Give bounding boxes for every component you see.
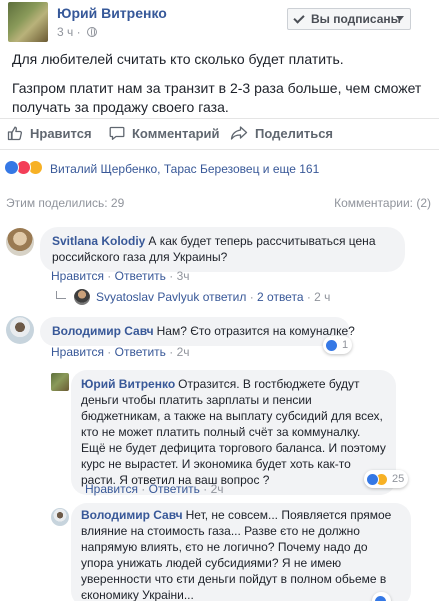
avatar[interactable] (51, 373, 69, 391)
author-avatar[interactable] (8, 2, 48, 42)
comment-reply-link[interactable]: Ответить (115, 345, 166, 359)
comment-label: Комментарий (132, 125, 220, 141)
avatar[interactable] (6, 316, 34, 344)
share-button[interactable]: Поделиться (230, 125, 333, 141)
action-bar: Нравится Комментарий Поделиться (0, 118, 439, 150)
post-text-line: Газпром платит нам за транзит в 2-3 раза… (12, 80, 422, 115)
like-icon (4, 160, 19, 175)
globe-icon (86, 27, 97, 37)
avatar[interactable] (51, 508, 69, 526)
post-header: Юрий Витренко 3 ч · Вы подписаны (0, 0, 439, 45)
reaction-icons[interactable] (4, 160, 54, 176)
thumbs-up-icon (7, 126, 22, 141)
reply-author: Svyatoslav Pavlyuk (96, 290, 200, 304)
like-icon (366, 472, 379, 486)
comment-like-link[interactable]: Нравится (51, 345, 104, 359)
comment-author[interactable]: Юрий Витренко (81, 377, 175, 391)
reply-time: 2 ч (314, 290, 331, 304)
comment-actions: Нравится · Ответить · 2ч (85, 482, 224, 496)
comment-reactions[interactable]: 1 (323, 336, 353, 354)
comment-time[interactable]: 2ч (177, 345, 190, 359)
comment-author[interactable]: Володимир Савч (52, 324, 154, 338)
comment-like-link[interactable]: Нравится (51, 269, 104, 283)
comment-bubble: Володимир Савч Нет, не совсем... Появляет… (71, 503, 411, 601)
reply-verb: ответил (202, 290, 247, 304)
comment-bubble: Юрий Витренко Отразится. В гостбюджете бу… (71, 370, 396, 495)
comment-author[interactable]: Володимир Савч (81, 508, 183, 522)
comment-bubble: Svitlana Kolodiy А как будет теперь рассч… (40, 227, 405, 272)
like-label: Нравится (30, 125, 92, 141)
avatar[interactable] (6, 228, 34, 256)
comment-text: Нам? Єто отразится на комуналке? (156, 324, 355, 338)
post-text: Для любителей считать кто сколько будет … (12, 50, 432, 127)
reply-arrow-icon (56, 291, 66, 299)
comment-reaction-count: 25 (392, 473, 405, 485)
avatar (74, 289, 90, 305)
comment-actions: Нравится · Ответить · 2ч (51, 345, 190, 359)
post-text-line: Для любителей считать кто сколько будет … (12, 51, 344, 67)
comment-reply-link[interactable]: Ответить (149, 482, 200, 496)
reactor-names[interactable]: Виталий Щербенко, Тарас Березовец и еще … (50, 162, 319, 176)
chevron-down-icon (396, 16, 404, 21)
comment-reaction-count: 1 (342, 339, 349, 351)
comment-button[interactable]: Комментарий (109, 125, 220, 141)
share-icon (230, 126, 248, 140)
share-label: Поделиться (255, 125, 334, 141)
post-meta: 3 ч · (57, 25, 97, 39)
reply-count: 2 ответа (257, 290, 304, 304)
author-name[interactable]: Юрий Витренко (57, 5, 167, 21)
engagement-summary: Этим поделились: 29 Комментарии: (2) (0, 196, 439, 216)
comment-like-link[interactable]: Нравится (85, 482, 138, 496)
comment-actions: Нравится · Ответить · 3ч (51, 269, 190, 283)
comment-author[interactable]: Svitlana Kolodiy (52, 234, 145, 248)
like-icon (374, 594, 387, 601)
check-icon (293, 11, 305, 24)
follow-label: Вы подписаны (311, 12, 401, 26)
follow-button[interactable]: Вы подписаны (287, 8, 411, 30)
reply-summary[interactable]: Svyatoslav Pavlyuk ответил · 2 ответа · … (56, 289, 330, 305)
like-button[interactable]: Нравится (7, 125, 92, 141)
comment-reactions[interactable]: 25 (364, 470, 409, 488)
comment-time[interactable]: 3ч (177, 269, 190, 283)
comment-bubble: Володимир Савч Нам? Єто отразится на кому… (40, 317, 355, 346)
comment-icon (109, 126, 125, 140)
comment-reply-link[interactable]: Ответить (115, 269, 166, 283)
post-time[interactable]: 3 ч (57, 25, 73, 39)
comment-time[interactable]: 2ч (211, 482, 224, 496)
like-icon (325, 338, 338, 352)
comment-text: Отразится. В гостбюджете будут деньги чт… (81, 377, 386, 487)
reactions-row: Виталий Щербенко, Тарас Березовец и еще … (0, 158, 439, 182)
shares-count[interactable]: Этим поделились: 29 (6, 196, 124, 210)
comments-count[interactable]: Комментарии: (2) (334, 196, 431, 210)
